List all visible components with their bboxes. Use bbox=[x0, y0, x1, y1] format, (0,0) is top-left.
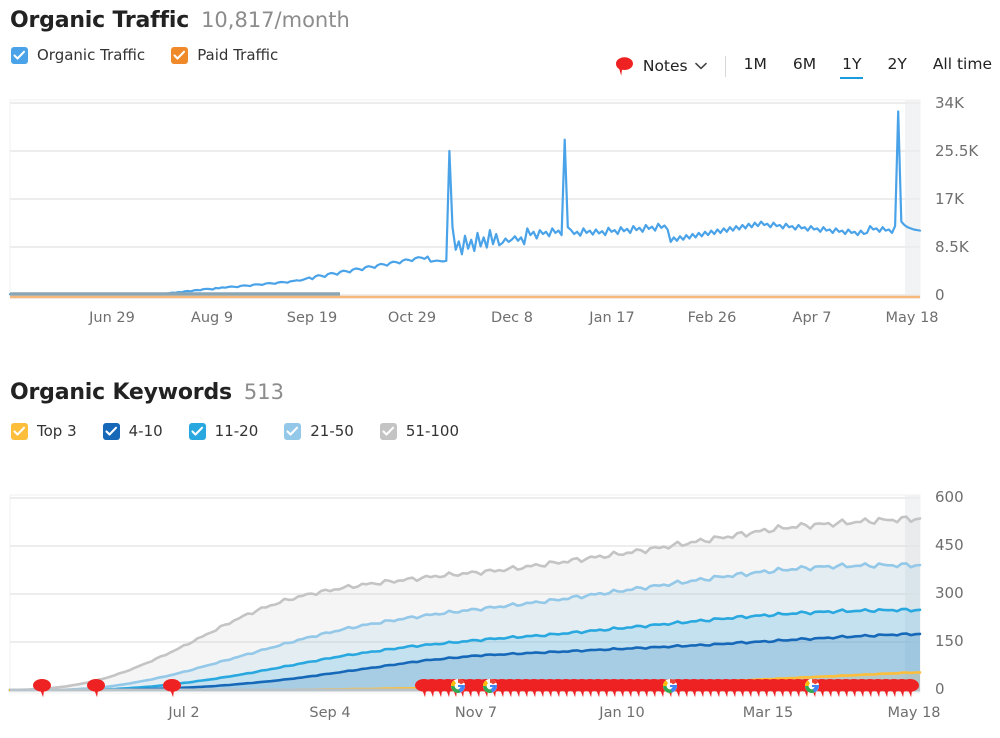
legend-item-11-20[interactable]: 11-20 bbox=[189, 422, 259, 440]
google-update-icon[interactable] bbox=[663, 679, 677, 693]
legend-item-4-10[interactable]: 4-10 bbox=[103, 422, 163, 440]
note-markers-row bbox=[0, 676, 1000, 706]
checkbox-4-10[interactable] bbox=[103, 423, 120, 440]
range-6m[interactable]: 6M bbox=[793, 55, 816, 77]
x-tick-label: Mar 15 bbox=[743, 705, 793, 721]
range-all-time[interactable]: All time bbox=[933, 55, 992, 77]
organic-traffic-panel: Organic Traffic 10,817/month Organic Tra… bbox=[0, 0, 1000, 348]
chevron-down-icon bbox=[695, 62, 707, 70]
y-tick-label: 25.5K bbox=[935, 142, 978, 160]
organic-traffic-header: Organic Traffic 10,817/month bbox=[0, 0, 1000, 33]
legend-item-top-3[interactable]: Top 3 bbox=[11, 422, 77, 440]
y-tick-label: 8.5K bbox=[935, 238, 969, 256]
legend-label-paid-traffic: Paid Traffic bbox=[197, 46, 278, 64]
x-tick-label: May 18 bbox=[887, 705, 940, 721]
checkbox-paid-traffic[interactable] bbox=[171, 47, 188, 64]
organic-traffic-value: 10,817/month bbox=[201, 8, 350, 32]
x-tick-label: Nov 7 bbox=[455, 705, 497, 721]
x-tick-label: Apr 7 bbox=[793, 310, 832, 326]
x-tick-label: May 18 bbox=[885, 310, 938, 326]
legend-item-organic-traffic[interactable]: Organic Traffic bbox=[11, 46, 145, 64]
x-tick-label: Sep 19 bbox=[287, 310, 337, 326]
notes-button[interactable]: Notes bbox=[615, 56, 707, 77]
page-title: Organic Traffic bbox=[10, 8, 189, 33]
note-pin-icon[interactable] bbox=[33, 679, 51, 697]
x-tick-label: Dec 8 bbox=[491, 310, 533, 326]
x-tick-label: Aug 9 bbox=[191, 310, 233, 326]
organic-keywords-legend: Top 3 4-10 11-20 21-50 51-100 bbox=[0, 422, 1000, 440]
note-pin-icon[interactable] bbox=[901, 679, 919, 697]
y-tick-label: 300 bbox=[935, 584, 964, 602]
notes-label: Notes bbox=[643, 57, 688, 75]
legend-label-11-20: 11-20 bbox=[215, 422, 259, 440]
x-tick-label: Oct 29 bbox=[388, 310, 436, 326]
range-1y[interactable]: 1Y bbox=[842, 55, 861, 77]
range-2y[interactable]: 2Y bbox=[887, 55, 906, 77]
y-tick-label: 150 bbox=[935, 632, 964, 650]
organic-keywords-value: 513 bbox=[244, 380, 284, 404]
x-tick-label: Jul 2 bbox=[168, 705, 199, 721]
organic-keywords-chart: 0150300450600 bbox=[0, 490, 1000, 705]
x-tick-label: Sep 4 bbox=[309, 705, 350, 721]
legend-label-4-10: 4-10 bbox=[129, 422, 163, 440]
organic-traffic-chart: 0 8.5K 17K 25.5K 34K bbox=[0, 95, 1000, 305]
legend-item-51-100[interactable]: 51-100 bbox=[380, 422, 459, 440]
checkbox-organic-traffic[interactable] bbox=[11, 47, 28, 64]
legend-label-21-50: 21-50 bbox=[310, 422, 354, 440]
y-tick-label: 34K bbox=[935, 94, 964, 112]
chart-controls: Notes 1M 6M 1Y 2Y All time bbox=[615, 55, 1000, 77]
x-tick-label: Feb 26 bbox=[688, 310, 737, 326]
checkbox-11-20[interactable] bbox=[189, 423, 206, 440]
organic-traffic-x-axis: Jun 29 Aug 9 Sep 19 Oct 29 Dec 8 Jan 17 Feb 26… bbox=[0, 310, 1000, 336]
y-tick-label: 0 bbox=[935, 286, 945, 304]
google-update-icon[interactable] bbox=[805, 679, 819, 693]
organic-keywords-header: Organic Keywords 513 bbox=[0, 380, 1000, 405]
keywords-title: Organic Keywords bbox=[10, 380, 232, 405]
checkbox-top-3[interactable] bbox=[11, 423, 28, 440]
organic-traffic-plot bbox=[0, 95, 1000, 305]
organic-keywords-x-axis: Jul 2 Sep 4 Nov 7 Jan 10 Mar 15 May 18 bbox=[0, 705, 1000, 731]
organic-keywords-plot bbox=[0, 490, 1000, 705]
legend-label-organic-traffic: Organic Traffic bbox=[37, 46, 145, 64]
note-pin-icon bbox=[615, 56, 634, 77]
note-pin-icon[interactable] bbox=[87, 679, 105, 697]
y-tick-label: 600 bbox=[935, 488, 964, 506]
controls-divider bbox=[725, 56, 726, 77]
x-tick-label: Jan 17 bbox=[589, 310, 634, 326]
checkbox-51-100[interactable] bbox=[380, 423, 397, 440]
y-tick-label: 450 bbox=[935, 536, 964, 554]
y-tick-label: 17K bbox=[935, 190, 964, 208]
legend-item-21-50[interactable]: 21-50 bbox=[284, 422, 354, 440]
legend-item-paid-traffic[interactable]: Paid Traffic bbox=[171, 46, 278, 64]
range-1m[interactable]: 1M bbox=[744, 55, 767, 77]
organic-keywords-panel: Organic Keywords 513 Top 3 4-10 11-20 bbox=[0, 380, 1000, 738]
x-tick-label: Jan 10 bbox=[599, 705, 644, 721]
x-tick-label: Jun 29 bbox=[89, 310, 135, 326]
legend-label-51-100: 51-100 bbox=[406, 422, 459, 440]
google-update-icon[interactable] bbox=[451, 679, 465, 693]
checkbox-21-50[interactable] bbox=[284, 423, 301, 440]
legend-label-top-3: Top 3 bbox=[37, 422, 77, 440]
note-pin-icon[interactable] bbox=[163, 679, 181, 697]
google-update-icon[interactable] bbox=[483, 679, 497, 693]
